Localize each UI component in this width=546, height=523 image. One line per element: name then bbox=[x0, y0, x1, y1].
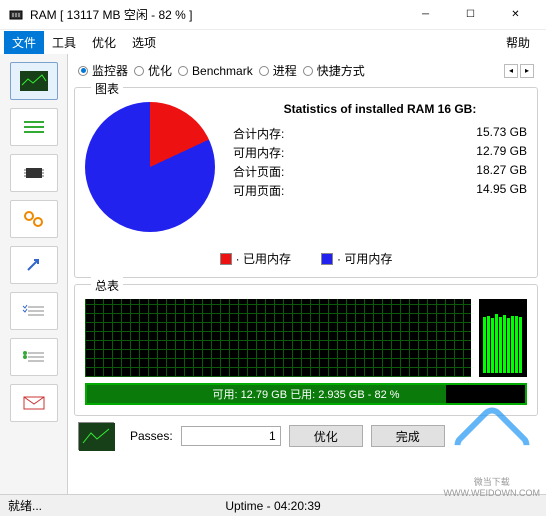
window-title: RAM [ 13117 MB 空闲 - 82 % ] bbox=[30, 6, 403, 23]
status-uptime: Uptime - 04:20:39 bbox=[185, 499, 362, 513]
menu-bar: 文件 工具 优化 选项 帮助 bbox=[0, 30, 546, 54]
maximize-button[interactable]: ☐ bbox=[448, 0, 493, 30]
sidebar-item-chip[interactable] bbox=[10, 154, 58, 192]
done-button[interactable]: 完成 bbox=[371, 425, 445, 447]
tab-bar: 监控器 优化 Benchmark 进程 快捷方式 ◂ ▸ bbox=[74, 58, 538, 87]
passes-input[interactable] bbox=[181, 426, 281, 446]
sidebar-item-list[interactable] bbox=[10, 108, 58, 146]
tab-shortcut[interactable]: 快捷方式 bbox=[303, 62, 365, 79]
tab-benchmark[interactable]: Benchmark bbox=[178, 64, 253, 78]
status-ready: 就绪... bbox=[8, 497, 185, 514]
tab-optimize[interactable]: 优化 bbox=[134, 62, 172, 79]
optimize-button[interactable]: 优化 bbox=[289, 425, 363, 447]
sidebar-item-settings[interactable] bbox=[10, 200, 58, 238]
menu-optimize[interactable]: 优化 bbox=[84, 31, 124, 54]
sidebar-item-options[interactable] bbox=[10, 338, 58, 376]
usage-graph bbox=[85, 299, 527, 377]
menu-help[interactable]: 帮助 bbox=[498, 31, 538, 54]
minimize-button[interactable]: ─ bbox=[403, 0, 448, 30]
status-bar: 就绪... Uptime - 04:20:39 bbox=[0, 494, 546, 516]
passes-label: Passes: bbox=[130, 429, 173, 443]
sidebar-item-shortcut[interactable] bbox=[10, 246, 58, 284]
usage-graph-bars bbox=[479, 299, 527, 377]
sidebar-item-monitor[interactable] bbox=[10, 62, 58, 100]
app-icon bbox=[8, 7, 24, 23]
sidebar-item-mail[interactable] bbox=[10, 384, 58, 422]
main-area: 监控器 优化 Benchmark 进程 快捷方式 ◂ ▸ 图表 Statisti… bbox=[0, 54, 546, 494]
chart-panel-label: 图表 bbox=[91, 80, 123, 97]
tab-process[interactable]: 进程 bbox=[259, 62, 297, 79]
stat-row-total-mem: 合计内存:15.73 GB bbox=[233, 124, 527, 143]
usage-graph-main bbox=[85, 299, 471, 377]
bottom-bar: Passes: 优化 完成 bbox=[74, 416, 538, 454]
tab-nav-right[interactable]: ▸ bbox=[520, 64, 534, 78]
window-controls: ─ ☐ ✕ bbox=[403, 0, 538, 30]
close-button[interactable]: ✕ bbox=[493, 0, 538, 30]
tab-monitor[interactable]: 监控器 bbox=[78, 62, 128, 79]
stats-title: Statistics of installed RAM 16 GB: bbox=[233, 102, 527, 116]
usage-bar: 可用: 12.79 GB 已用: 2.935 GB - 82 % bbox=[85, 383, 527, 405]
usage-panel-label: 总表 bbox=[91, 277, 123, 294]
legend-used: · 已用内存 bbox=[220, 250, 291, 267]
usage-panel: 总表 可用: 12.79 GB 已用: 2.935 GB - 82 % bbox=[74, 284, 538, 416]
content-area: 监控器 优化 Benchmark 进程 快捷方式 ◂ ▸ 图表 Statisti… bbox=[68, 54, 546, 494]
chart-panel: 图表 Statistics of installed RAM 16 GB: 合计… bbox=[74, 87, 538, 278]
menu-options[interactable]: 选项 bbox=[124, 31, 164, 54]
sidebar-item-tasks[interactable] bbox=[10, 292, 58, 330]
stat-row-avail-mem: 可用内存:12.79 GB bbox=[233, 143, 527, 162]
menu-file[interactable]: 文件 bbox=[4, 31, 44, 54]
usage-bar-text: 可用: 12.79 GB 已用: 2.935 GB - 82 % bbox=[87, 385, 525, 403]
sidebar bbox=[0, 54, 68, 494]
legend-avail: · 可用内存 bbox=[321, 250, 392, 267]
title-bar: RAM [ 13117 MB 空闲 - 82 % ] ─ ☐ ✕ bbox=[0, 0, 546, 30]
pie-chart bbox=[85, 102, 225, 242]
tab-nav-left[interactable]: ◂ bbox=[504, 64, 518, 78]
chart-legend: · 已用内存 · 可用内存 bbox=[85, 250, 527, 267]
stats-column: Statistics of installed RAM 16 GB: 合计内存:… bbox=[233, 102, 527, 242]
stat-row-total-page: 合计页面:18.27 GB bbox=[233, 162, 527, 181]
stat-row-avail-page: 可用页面:14.95 GB bbox=[233, 181, 527, 200]
benchmark-icon[interactable] bbox=[78, 422, 114, 450]
menu-tools[interactable]: 工具 bbox=[44, 31, 84, 54]
